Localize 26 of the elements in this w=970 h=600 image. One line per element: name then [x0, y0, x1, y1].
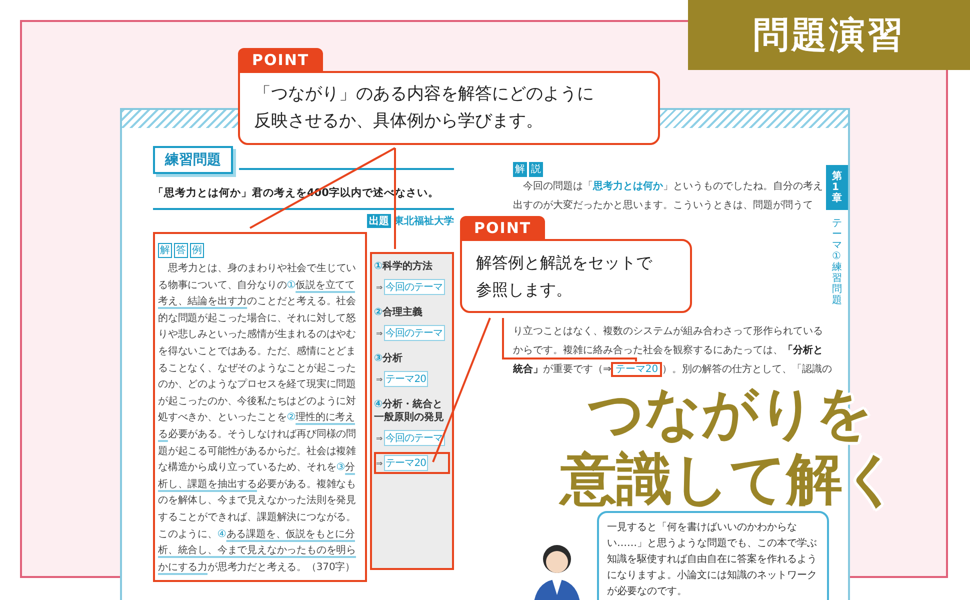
callout-text: 参照します。 [476, 279, 573, 301]
commentary-label: 解説 [513, 162, 543, 177]
speech-bubble: 一見すると「何を書けばいいのかわからない……」と思うような問題でも、この本で学ぶ知識を駆使すれば自由自在に答案を作れるようになりますよ。小論文には知識のネットワークが必要なのです。 [597, 511, 829, 600]
key-point-label: ③分析 [374, 352, 404, 365]
slogan-text: 意識して解く [560, 447, 900, 513]
text-line: からです。複雑に絡み合った社会を観察するにあたっては、「分析と [513, 344, 823, 358]
text-line: 今回の問題は「思考力とは何か」というものでしたね。自分の考え [522, 180, 823, 194]
callout-text: 「つながり」のある内容を解答にどのように [254, 83, 595, 106]
point-tag: POINT [460, 216, 546, 239]
key-point-label: ②合理主義 [374, 306, 424, 319]
section-side-label: テーマ①練習問題 [832, 218, 842, 306]
answer-label: 解答例 [158, 243, 204, 258]
theme-reference: ⇒ テーマ20 [374, 368, 450, 390]
callout-text: 反映させるか、具体例から学びます。 [254, 110, 544, 133]
section-heading: 練習問題 [153, 146, 233, 174]
key-point-label: ④分析・統合と一般原則の発見 [374, 398, 445, 424]
title-badge: 問題演習 [688, 0, 970, 70]
text-line: 統合」が重要です（⇒ テーマ20 ）。別の解答の仕方として、「認識の [513, 361, 832, 379]
answer-paragraph: 思考力とは、身のまわりや社会で生じている物事について、自分なりの①仮説を立てて考え、結論を出す力のことだと考える。社会的な問題が起こった場合に、それに対して怒りや悲しみといった感情が生まれるのはやむを得ないことではある。ただ、感情にとどまることなく、なぜそのようなことが起こったのか、どのようなプロセスを経て現実に問題が起こったのか、今後私たちはどのように対処すべきか、といったことを②理性的に考える必要がある。そうしなければ再び同様の問題が起こる可能性があるからだ。社会は複雑な構造から成り立っているため、それを③分析し、課題を抽出する必要がある。複雑なものを解体し、今まで見えなかった法則を発見することができれば、課題解決につながる。このように、④ある課題を、仮説をもとに分析、統合し、今まで見えなかったものを明らかにする力が思考力だと考える。（370字） [158, 262, 358, 575]
source-label: 出題 [367, 214, 391, 228]
callout-text: 解答例と解説をセットで [476, 252, 654, 274]
text-line: り立つことはなく、複数のシステムが組み合わさって形作られている [513, 324, 823, 339]
theme-reference: ⇒ テーマ20 [374, 452, 450, 474]
point-tag: POINT [238, 48, 324, 71]
text-line: 出すのが大変だったかと思います。こういうときは、問題が問うて [513, 198, 813, 213]
key-point-label: ①科学的方法 [374, 260, 434, 273]
